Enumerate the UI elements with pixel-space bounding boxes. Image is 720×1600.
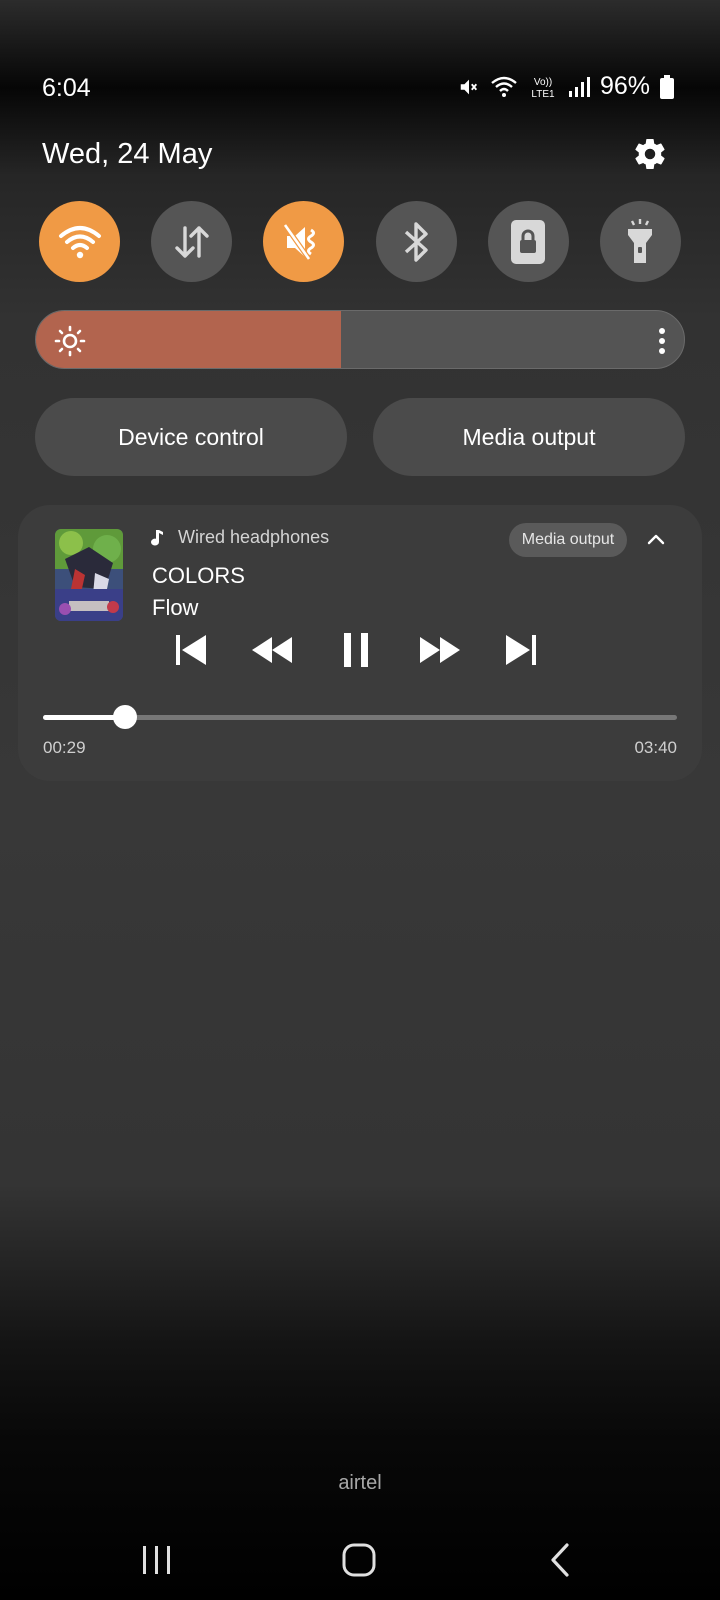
mute-icon bbox=[282, 223, 315, 260]
artist-name: Flow bbox=[152, 595, 199, 620]
album-art[interactable] bbox=[55, 529, 123, 621]
carrier-label: airtel bbox=[338, 1472, 382, 1494]
tile-rotation-lock[interactable] bbox=[487, 201, 569, 282]
volte-label: Vo)) bbox=[534, 77, 552, 88]
seek-thumb[interactable] bbox=[113, 705, 138, 729]
pause-icon[interactable] bbox=[334, 631, 378, 669]
status-time: 6:04 bbox=[42, 74, 91, 102]
elapsed-time: 00:29 bbox=[43, 738, 86, 757]
media-source: Wired headphones bbox=[150, 527, 329, 548]
total-duration: 03:40 bbox=[634, 738, 677, 757]
wifi-icon bbox=[491, 76, 517, 97]
data-arrows-icon bbox=[174, 225, 209, 258]
date-label: Wed, 24 May bbox=[42, 138, 213, 170]
bluetooth-icon bbox=[404, 221, 428, 262]
chevron-up-icon[interactable] bbox=[644, 527, 668, 551]
battery-icon bbox=[660, 74, 674, 99]
music-note-icon bbox=[151, 529, 163, 545]
mute-icon bbox=[460, 79, 477, 94]
tile-mobile-data[interactable] bbox=[151, 201, 233, 282]
rewind-icon[interactable] bbox=[250, 631, 294, 669]
wifi-icon bbox=[58, 225, 101, 258]
sun-icon bbox=[54, 325, 86, 357]
brightness-slider[interactable] bbox=[35, 310, 685, 369]
media-source-label: Wired headphones bbox=[178, 527, 330, 547]
playback-controls bbox=[168, 625, 568, 675]
status-icons: Vo)) LTE1 96% bbox=[458, 72, 674, 101]
media-output-button[interactable]: Media output bbox=[373, 398, 685, 476]
gear-icon[interactable] bbox=[632, 136, 668, 172]
lock-icon bbox=[511, 219, 546, 264]
recent-apps-icon[interactable] bbox=[137, 1540, 177, 1580]
tile-flashlight[interactable] bbox=[599, 201, 681, 282]
fast-forward-icon[interactable] bbox=[418, 631, 462, 669]
tile-bluetooth[interactable] bbox=[375, 201, 457, 282]
skip-next-icon[interactable] bbox=[498, 631, 542, 669]
tile-sound[interactable] bbox=[263, 201, 345, 282]
media-output-chip[interactable]: Media output bbox=[509, 523, 627, 557]
seek-bar[interactable] bbox=[43, 715, 677, 720]
flashlight-icon bbox=[628, 218, 653, 263]
home-icon[interactable] bbox=[339, 1540, 379, 1580]
media-player-card: Wired headphones Media output COLORS Flo… bbox=[18, 505, 702, 781]
quick-settings-row bbox=[39, 201, 681, 283]
more-vert-icon[interactable] bbox=[658, 327, 666, 355]
tile-wifi[interactable] bbox=[39, 201, 120, 282]
album-art-image bbox=[55, 529, 123, 621]
volte-icon: Vo))LTE1 bbox=[531, 77, 555, 99]
song-title: COLORS bbox=[152, 563, 245, 588]
device-control-button[interactable]: Device control bbox=[35, 398, 347, 476]
navigation-bar bbox=[0, 1520, 720, 1600]
lte-label: LTE1 bbox=[531, 89, 555, 99]
skip-previous-icon[interactable] bbox=[170, 631, 214, 669]
back-icon[interactable] bbox=[542, 1540, 582, 1580]
signal-icon bbox=[568, 76, 590, 97]
battery-percent: 96% bbox=[599, 72, 650, 100]
